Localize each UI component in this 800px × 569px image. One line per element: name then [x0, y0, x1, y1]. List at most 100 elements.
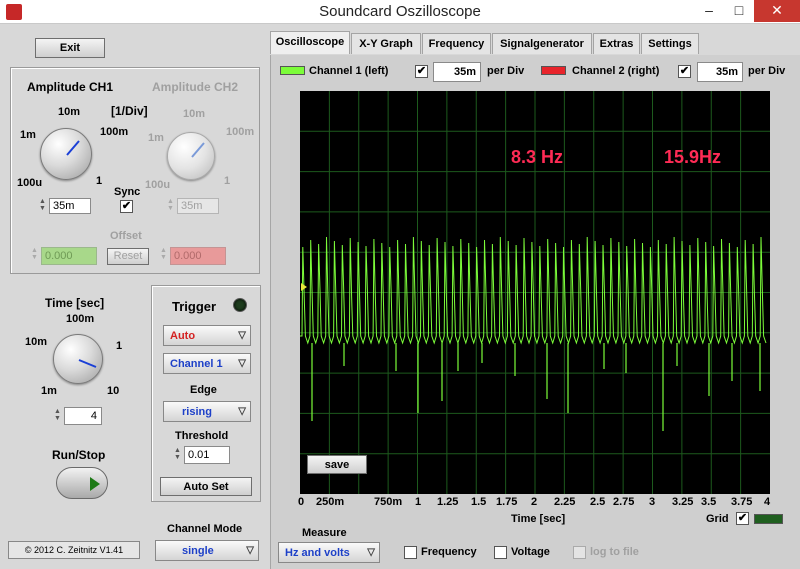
knob-pointer-icon: [78, 359, 97, 368]
x-tick: 3: [649, 496, 656, 508]
edge-value: rising: [182, 406, 212, 418]
x-tick: 1.25: [437, 496, 459, 508]
trigger-mode-dropdown[interactable]: Auto ▽: [163, 325, 251, 346]
ch1-amplitude-input[interactable]: 35m: [49, 198, 91, 214]
play-icon: [90, 477, 100, 491]
x-tick: 3.75: [731, 496, 753, 508]
copyright-badge: © 2012 C. Zeitnitz V1.41: [8, 541, 140, 559]
trigger-level-marker-icon[interactable]: [301, 277, 309, 297]
grid-checkbox[interactable]: ✔: [736, 512, 749, 525]
frequency-label: Frequency: [421, 546, 477, 558]
grid-label: Grid: [706, 513, 729, 525]
ch2-enable-checkbox[interactable]: ✔: [678, 65, 691, 78]
ch2-knob-label-1m: 1m: [148, 132, 164, 144]
tab-extras[interactable]: Extras: [593, 33, 640, 54]
ch2-amplitude-input[interactable]: 35m: [177, 198, 219, 214]
x-tick: 1.75: [496, 496, 518, 508]
tab-signalgenerator[interactable]: Signalgenerator: [492, 33, 592, 54]
x-tick: 0: [298, 496, 305, 508]
frequency-checkbox[interactable]: [404, 546, 417, 559]
sync-checkbox[interactable]: ✔: [120, 200, 133, 213]
ch2-per-div-input[interactable]: 35m: [697, 62, 743, 82]
channel-mode-dropdown[interactable]: single ▽: [155, 540, 259, 561]
time-title: Time [sec]: [45, 296, 105, 310]
div-unit-label: [1/Div]: [111, 104, 148, 118]
ch2-offset-input[interactable]: 0.000: [170, 247, 226, 265]
save-button[interactable]: save: [307, 455, 367, 474]
ch1-knob-label-100m: 100m: [100, 126, 129, 138]
ch1-knob-label-1m: 1m: [20, 129, 36, 141]
trigger-title: Trigger: [172, 299, 217, 314]
x-tick: 4: [764, 496, 771, 508]
x-tick: 2.25: [554, 496, 576, 508]
grid-color-swatch[interactable]: [754, 514, 783, 524]
voltage-checkbox[interactable]: [494, 546, 507, 559]
ch1-enable-checkbox[interactable]: ✔: [415, 65, 428, 78]
time-knob[interactable]: [53, 334, 103, 384]
ch2-color-swatch[interactable]: [541, 66, 566, 75]
x-axis-label: Time [sec]: [511, 513, 566, 525]
ch1-knob-label-10m: 10m: [58, 106, 81, 118]
ch2-amplitude-knob[interactable]: [167, 132, 215, 180]
ch1-per-div-input[interactable]: 35m: [433, 62, 481, 82]
ch2-frequency-readout: 15.9Hz: [664, 147, 722, 167]
threshold-input[interactable]: 0.01: [184, 446, 230, 464]
x-tick: 250m: [316, 496, 345, 508]
trigger-channel-dropdown[interactable]: Channel 1 ▽: [163, 353, 251, 374]
ch1-color-swatch[interactable]: [280, 66, 305, 75]
threshold-spinner-icon[interactable]: ▲ ▼: [173, 447, 182, 461]
time-knob-label-1m: 1m: [41, 385, 57, 397]
x-tick: 1.5: [471, 496, 487, 508]
trigger-led-icon: [233, 298, 247, 312]
measure-dropdown[interactable]: Hz and volts ▽: [278, 542, 380, 563]
ch1-knob-label-100u: 100u: [17, 177, 43, 189]
tab-settings[interactable]: Settings: [641, 33, 699, 54]
autoset-button[interactable]: Auto Set: [160, 477, 252, 496]
ch2-knob-label-100m: 100m: [226, 126, 255, 138]
offset-label: Offset: [110, 230, 142, 242]
chevron-down-icon: ▽: [367, 547, 375, 558]
amplitude-ch1-title: Amplitude CH1: [27, 80, 114, 94]
log-to-file-checkbox[interactable]: [573, 546, 586, 559]
time-knob-label-10m: 10m: [25, 336, 48, 348]
ch2-per-div-label: per Div: [748, 65, 786, 77]
ch2-knob-label-10m: 10m: [183, 108, 206, 120]
oscilloscope-plot[interactable]: 8.3 Hz 15.9Hz save: [300, 91, 770, 494]
trigger-channel-value: Channel 1: [170, 358, 223, 370]
time-spinner-icon[interactable]: ▲ ▼: [53, 408, 62, 422]
ch1-offset-input[interactable]: 0.000: [41, 247, 97, 265]
window-title: Soundcard Oszilloscope: [319, 3, 481, 20]
time-knob-label-1: 1: [116, 340, 123, 352]
runstop-button[interactable]: [56, 467, 108, 499]
channel-mode-label: Channel Mode: [167, 523, 243, 535]
maximize-icon[interactable]: □: [724, 0, 754, 22]
knob-pointer-icon: [66, 140, 80, 156]
measure-value: Hz and volts: [285, 547, 350, 559]
x-tick: 750m: [374, 496, 403, 508]
time-knob-label-10: 10: [107, 385, 120, 397]
threshold-label: Threshold: [175, 430, 229, 442]
tab-xy-graph[interactable]: X-Y Graph: [351, 33, 421, 54]
ch1-spinner-icon[interactable]: ▲ ▼: [38, 198, 47, 212]
channel-mode-value: single: [182, 545, 214, 557]
ch2-offset-spinner-icon[interactable]: ▲ ▼: [159, 247, 168, 261]
x-tick: 3.25: [672, 496, 694, 508]
amplitude-ch2-title: Amplitude CH2: [152, 80, 239, 94]
edge-label: Edge: [190, 384, 217, 396]
time-input[interactable]: 4: [64, 407, 102, 425]
tab-oscilloscope[interactable]: Oscilloscope: [270, 31, 350, 54]
offset-reset-button[interactable]: Reset: [107, 248, 149, 265]
close-icon[interactable]: ✕: [754, 0, 800, 22]
channel-1-trace: [300, 236, 767, 345]
tab-frequency[interactable]: Frequency: [422, 33, 491, 54]
ch1-amplitude-knob[interactable]: [40, 128, 92, 180]
ch1-offset-spinner-icon[interactable]: ▲ ▼: [30, 247, 39, 261]
minimize-icon[interactable]: –: [694, 0, 724, 22]
ch2-knob-label-1: 1: [224, 175, 231, 187]
sync-label: Sync: [114, 186, 141, 198]
edge-dropdown[interactable]: rising ▽: [163, 401, 251, 422]
voltage-label: Voltage: [511, 546, 550, 558]
x-tick: 2.5: [590, 496, 606, 508]
ch2-spinner-icon[interactable]: ▲ ▼: [166, 198, 175, 212]
exit-button[interactable]: Exit: [35, 38, 105, 58]
